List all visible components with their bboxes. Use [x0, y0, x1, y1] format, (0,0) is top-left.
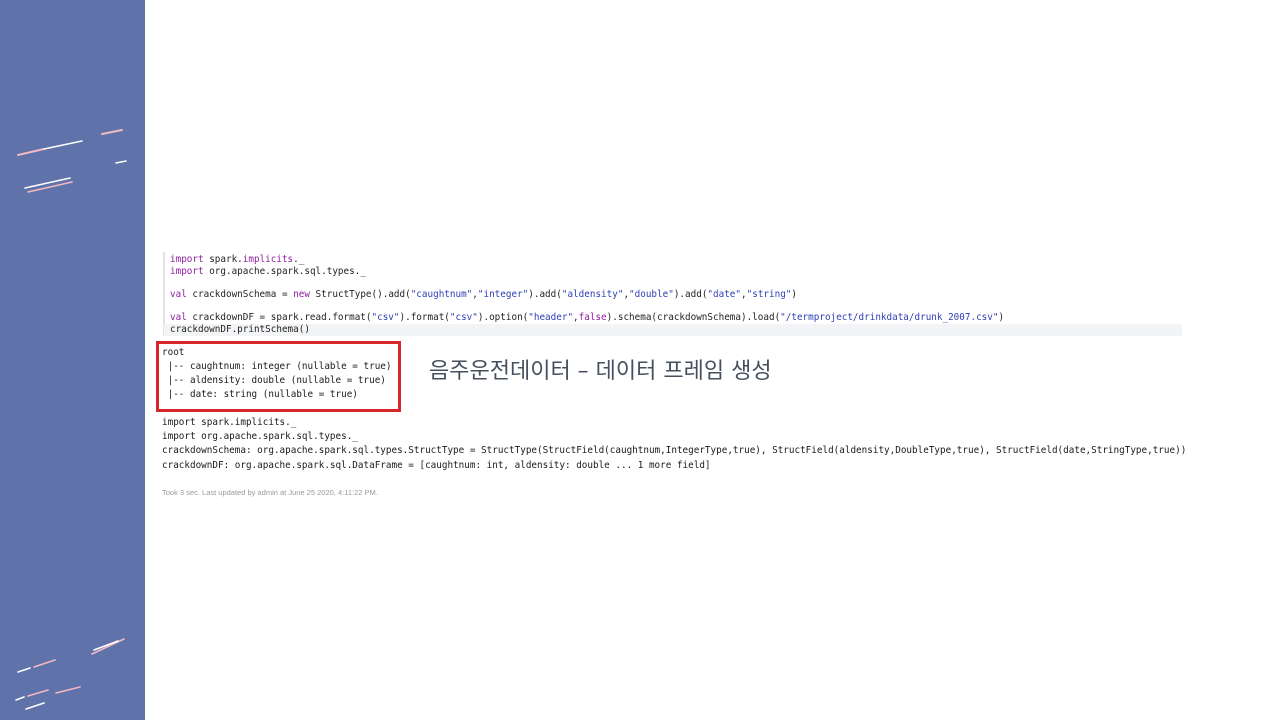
code-text: ).option( [477, 312, 529, 323]
sidebar-accent-panel [0, 0, 145, 720]
code-text: crackdownDF.printSchema() [170, 324, 310, 335]
code-string: "header" [528, 312, 574, 323]
result-line: import spark.implicits._ [162, 417, 297, 428]
code-line-active: crackdownDF.printSchema() [164, 324, 1182, 336]
code-text: ).schema(crackdownSchema).load( [606, 312, 781, 323]
code-string: "/termproject/drinkdata/drunk_2007.csv" [780, 312, 999, 323]
result-line: crackdownDF: org.apache.spark.sql.DataFr… [162, 460, 711, 471]
code-string: "aldensity" [561, 289, 624, 300]
code-text: ).add( [528, 289, 562, 300]
code-keyword: new [293, 289, 310, 300]
code-line: import org.apache.spark.sql.types._ [170, 266, 366, 278]
result-line: import org.apache.spark.sql.types._ [162, 431, 358, 442]
code-text: ) [998, 312, 1005, 323]
code-text: ).add( [673, 289, 708, 300]
code-keyword: implicits [242, 254, 294, 265]
code-keyword: val [170, 312, 187, 323]
code-string: "string" [746, 289, 792, 300]
code-keyword: import [170, 254, 204, 265]
code-string: "caughtnum" [410, 289, 473, 300]
code-keyword: import [170, 266, 204, 277]
code-string: "double" [629, 289, 674, 300]
code-line: val crackdownDF = spark.read.format("csv… [170, 312, 1004, 324]
code-string: "csv" [371, 312, 400, 323]
code-text: ._ [293, 254, 305, 265]
code-keyword: false [578, 312, 607, 323]
result-line: crackdownSchema: org.apache.spark.sql.ty… [162, 445, 1187, 456]
code-text: StructType().add( [309, 289, 411, 300]
schema-highlight-box [156, 341, 401, 412]
code-text: org.apache.spark.sql.types._ [203, 266, 366, 277]
code-line: import spark.implicits._ [170, 254, 304, 266]
code-text: crackdownDF = spark.read.format( [186, 312, 372, 323]
code-line: val crackdownSchema = new StructType().a… [170, 289, 797, 301]
code-keyword: val [170, 289, 187, 300]
code-string: "csv" [449, 312, 478, 323]
code-text: ) [791, 289, 798, 300]
decorative-lines [15, 129, 127, 710]
code-string: "integer" [477, 289, 529, 300]
code-text: ).format( [399, 312, 450, 323]
code-editor[interactable]: import spark.implicits._ import org.apac… [163, 252, 1182, 336]
code-text: crackdownSchema = [186, 289, 294, 300]
code-string: "date" [707, 289, 742, 300]
run-status-text: Took 3 sec. Last updated by admin at Jun… [162, 488, 378, 497]
slide-caption: 음주운전데이터 – 데이터 프레임 생성 [429, 359, 772, 384]
code-text: spark. [203, 254, 243, 265]
